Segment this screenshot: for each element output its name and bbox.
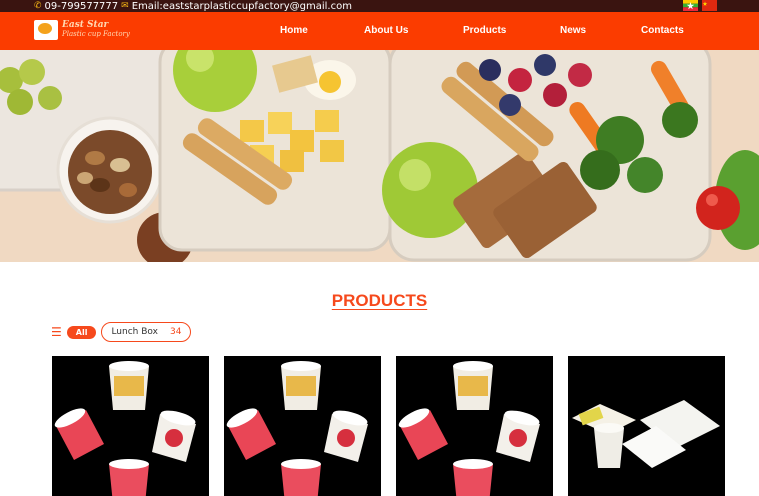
product-card[interactable] bbox=[396, 356, 553, 496]
envelope-icon: ✉ bbox=[121, 0, 129, 11]
nav-item-home[interactable]: Home bbox=[280, 25, 308, 36]
products-heading: PRODUCTS bbox=[331, 291, 428, 310]
nav-item-about-us[interactable]: About Us bbox=[364, 25, 408, 36]
email-link[interactable]: Email:eaststarplasticcupfactory@gmail.co… bbox=[132, 1, 352, 12]
nav-menu: Home About Us Products News Contacts bbox=[0, 12, 759, 50]
hero-banner bbox=[0, 50, 759, 262]
phone-icon: ✆ bbox=[34, 0, 42, 11]
product-card[interactable] bbox=[568, 356, 725, 496]
nav-item-contacts[interactable]: Contacts bbox=[641, 25, 684, 36]
filter-count: 34 bbox=[169, 327, 182, 337]
product-card[interactable] bbox=[224, 356, 381, 496]
hero-image bbox=[0, 50, 759, 262]
product-grid bbox=[52, 356, 725, 496]
product-image bbox=[396, 356, 553, 496]
product-image bbox=[52, 356, 209, 496]
top-contact-bar: ✆ 09-799577777 ✉ Email:eaststarplasticcu… bbox=[0, 0, 759, 12]
product-image bbox=[224, 356, 381, 496]
nav-item-products[interactable]: Products bbox=[463, 25, 506, 36]
china-flag-icon[interactable] bbox=[702, 0, 717, 11]
filter-label: Lunch Box bbox=[111, 327, 158, 337]
menu-list-icon[interactable]: ☰ bbox=[51, 325, 62, 339]
filter-lunch-box[interactable]: Lunch Box 34 bbox=[101, 322, 192, 342]
language-switcher bbox=[683, 0, 717, 11]
filter-all-button[interactable]: All bbox=[66, 325, 97, 339]
product-card[interactable] bbox=[52, 356, 209, 496]
category-filters: ☰ All Lunch Box 34 bbox=[51, 322, 192, 342]
phone-number[interactable]: 09-799577777 bbox=[45, 1, 119, 12]
product-image bbox=[568, 356, 725, 496]
myanmar-flag-icon[interactable] bbox=[683, 0, 698, 11]
nav-item-news[interactable]: News bbox=[560, 25, 586, 36]
main-navbar: East Star Plastic cup Factory Home About… bbox=[0, 12, 759, 50]
contact-info: ✆ 09-799577777 ✉ Email:eaststarplasticcu… bbox=[34, 0, 352, 12]
